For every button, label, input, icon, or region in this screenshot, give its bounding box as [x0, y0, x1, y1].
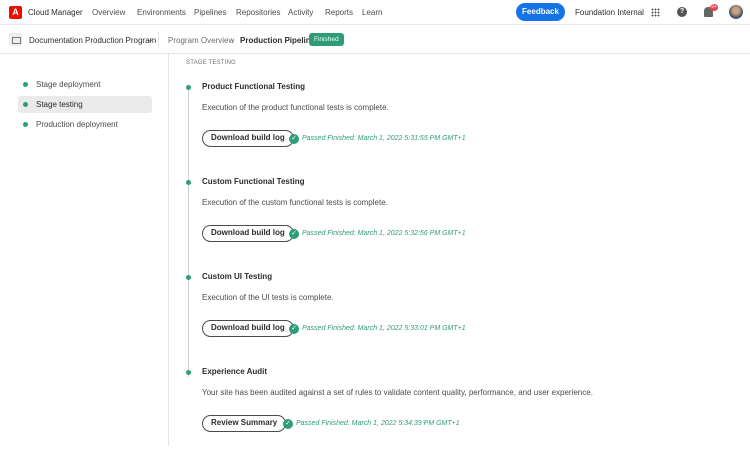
step-dot-icon — [186, 85, 191, 90]
nav-activity[interactable]: Activity — [288, 8, 313, 17]
sidebar-item-stage-testing[interactable]: Stage testing — [18, 96, 152, 113]
check-circle-icon: ✓ — [283, 419, 293, 429]
stage-label: STAGE TESTING — [186, 60, 237, 66]
notification-badge: 9+ — [710, 4, 718, 11]
step-status: Passed Finished: March 1, 2022 5:32:56 P… — [302, 230, 466, 237]
program-icon — [9, 33, 22, 46]
nav-environments[interactable]: Environments — [137, 8, 186, 17]
step-description: Execution of the custom functional tests… — [202, 198, 388, 207]
program-selector[interactable]: Documentation Production Program — [29, 36, 156, 45]
sidebar-item-production-deployment[interactable]: Production deployment — [18, 116, 152, 133]
step-title: Custom Functional Testing — [202, 177, 305, 186]
step-title: Custom UI Testing — [202, 272, 273, 281]
sidebar: Stage deployment Stage testing Productio… — [0, 54, 169, 446]
sidebar-item-label: Stage testing — [36, 100, 83, 109]
help-icon[interactable]: ? — [677, 7, 687, 17]
finished-time: Finished: March 1, 2022 5:32:56 PM GMT+1 — [327, 230, 466, 237]
finished-time: Finished: March 1, 2022 5:33:01 PM GMT+1 — [327, 325, 466, 332]
nav-learn[interactable]: Learn — [362, 8, 382, 17]
status-text: Passed — [296, 420, 320, 427]
adobe-logo-icon[interactable]: A — [9, 6, 22, 19]
download-build-log-button[interactable]: Download build log — [202, 130, 294, 147]
subheader: Documentation Production Program ⌄ Progr… — [0, 26, 750, 54]
check-circle-icon: ✓ — [289, 324, 299, 334]
step-status: Passed Finished: March 1, 2022 5:34:39 P… — [296, 420, 460, 427]
nav-repositories[interactable]: Repositories — [236, 8, 280, 17]
breadcrumb-program-overview[interactable]: Program Overview — [168, 36, 234, 45]
step-description: Execution of the UI tests is complete. — [202, 293, 334, 302]
nav-pipelines[interactable]: Pipelines — [194, 8, 226, 17]
step-product-functional-testing: Product Functional Testing Execution of … — [185, 82, 745, 180]
download-build-log-button[interactable]: Download build log — [202, 225, 294, 242]
step-description: Your site has been audited against a set… — [202, 388, 593, 397]
avatar[interactable] — [729, 5, 743, 19]
status-dot-icon — [23, 122, 28, 127]
sidebar-item-stage-deployment[interactable]: Stage deployment — [18, 76, 152, 93]
step-custom-functional-testing: Custom Functional Testing Execution of t… — [185, 177, 745, 275]
step-title: Experience Audit — [202, 367, 268, 376]
step-dot-icon — [186, 370, 191, 375]
review-summary-button[interactable]: Review Summary — [202, 415, 287, 432]
step-dot-icon — [186, 275, 191, 280]
breadcrumb-current: Production Pipeline — [240, 36, 316, 45]
sidebar-item-label: Stage deployment — [36, 80, 101, 89]
chevron-right-icon: › — [231, 36, 234, 45]
nav-overview[interactable]: Overview — [92, 8, 125, 17]
finished-time: Finished: March 1, 2022 5:31:55 PM GMT+1 — [327, 135, 466, 142]
step-custom-ui-testing: Custom UI Testing Execution of the UI te… — [185, 272, 745, 370]
app-grid-icon[interactable] — [651, 8, 660, 17]
check-circle-icon: ✓ — [289, 134, 299, 144]
divider — [158, 32, 159, 48]
status-badge: Finished — [309, 33, 344, 46]
step-dot-icon — [186, 180, 191, 185]
status-text: Passed — [302, 135, 326, 142]
org-switcher[interactable]: Foundation Internal — [575, 8, 644, 17]
step-status: Passed Finished: March 1, 2022 5:33:01 P… — [302, 325, 466, 332]
step-status: Passed Finished: March 1, 2022 5:31:55 P… — [302, 135, 466, 142]
app-name[interactable]: Cloud Manager — [28, 8, 83, 17]
feedback-button[interactable]: Feedback — [516, 3, 565, 21]
status-dot-icon — [23, 82, 28, 87]
chevron-down-icon[interactable]: ⌄ — [147, 35, 154, 44]
step-description: Execution of the product functional test… — [202, 103, 389, 112]
step-experience-audit: Experience Audit Your site has been audi… — [185, 367, 745, 465]
step-title: Product Functional Testing — [202, 82, 305, 91]
top-nav: A Cloud Manager Overview Environments Pi… — [0, 0, 750, 25]
nav-reports[interactable]: Reports — [325, 8, 353, 17]
status-text: Passed — [302, 325, 326, 332]
download-build-log-button[interactable]: Download build log — [202, 320, 294, 337]
status-dot-icon — [23, 102, 28, 107]
status-text: Passed — [302, 230, 326, 237]
finished-time: Finished: March 1, 2022 5:34:39 PM GMT+1 — [321, 420, 460, 427]
sidebar-item-label: Production deployment — [36, 120, 118, 129]
check-circle-icon: ✓ — [289, 229, 299, 239]
